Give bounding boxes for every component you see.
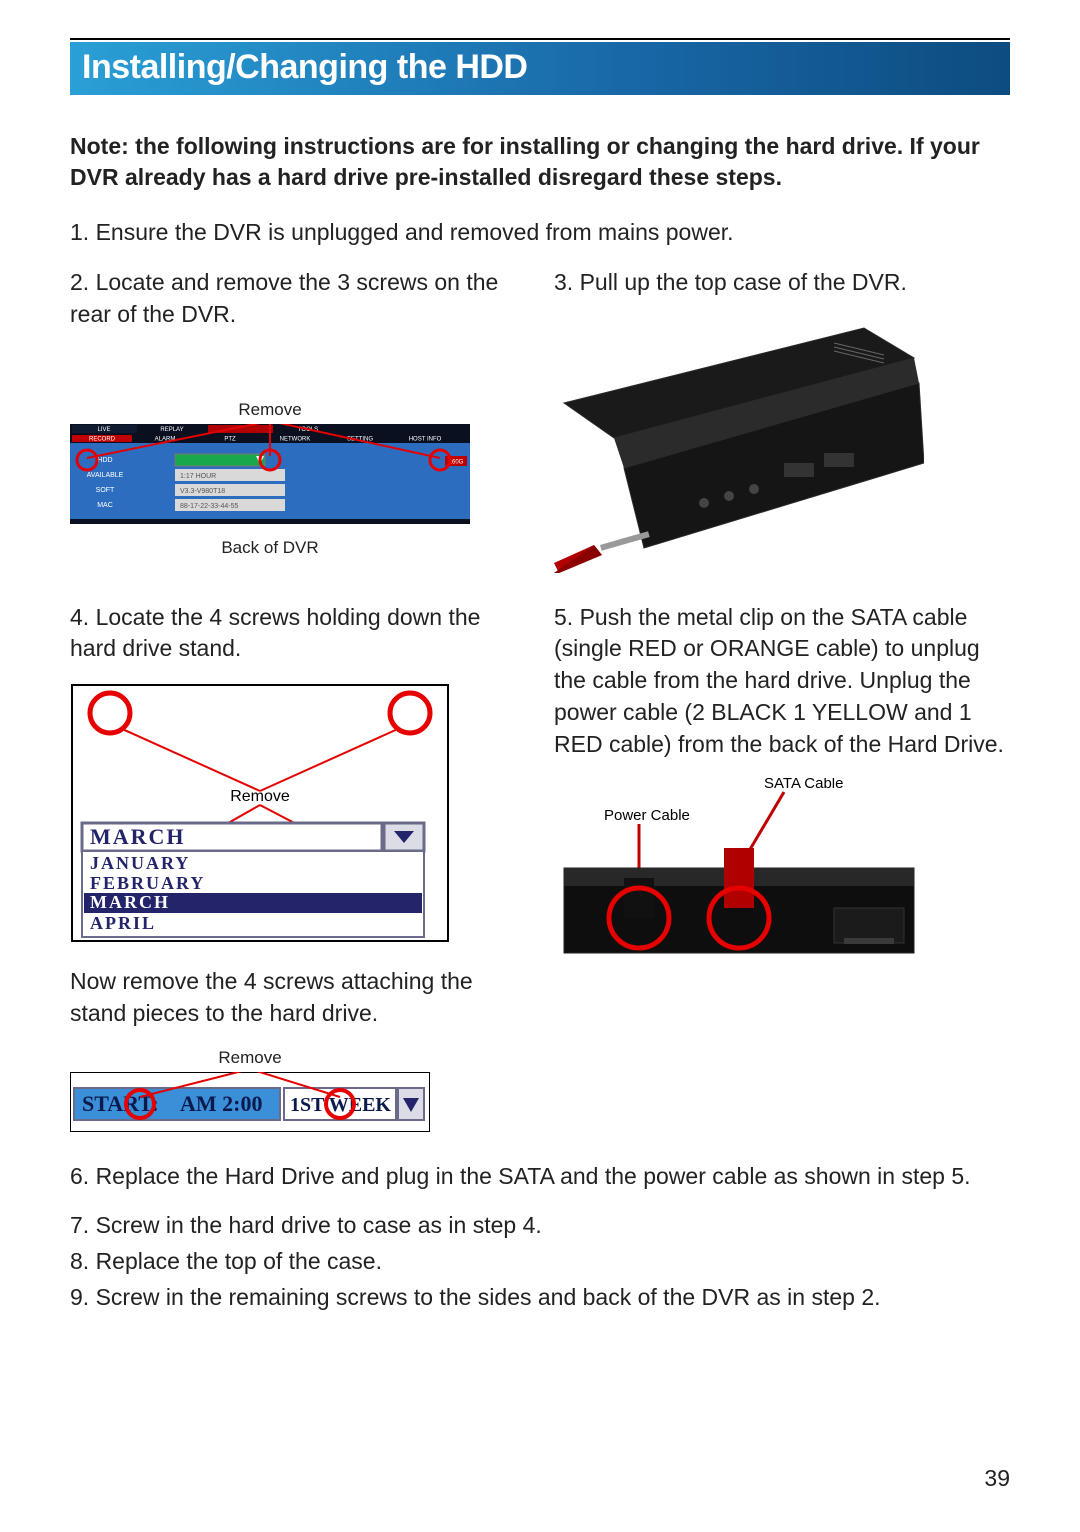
svg-text:88-17-22-33-44-55: 88-17-22-33-44-55	[180, 503, 238, 510]
svg-text:Power Cable: Power Cable	[604, 807, 690, 824]
figure-open-lid	[554, 323, 924, 578]
figure-back-of-dvr: Remove LIVE REPLAY TOOLS RECORD ALARM	[70, 400, 470, 558]
svg-text:REPLAY: REPLAY	[160, 427, 183, 433]
figure-stand-screws: Remove START: AM 2:00 1ST WEEK	[70, 1048, 430, 1137]
svg-text:SATA Cable: SATA Cable	[764, 778, 843, 792]
step-7: 7. Screw in the hard drive to case as in…	[70, 1210, 1010, 1242]
svg-text:V3.3-V980T18: V3.3-V980T18	[180, 488, 225, 495]
warning-note: Note: the following instructions are for…	[70, 131, 1010, 193]
svg-text:JANUARY: JANUARY	[90, 853, 190, 873]
svg-text:LIVE: LIVE	[97, 427, 110, 433]
svg-text:NETWORK: NETWORK	[280, 437, 311, 443]
svg-text:RECORD: RECORD	[89, 437, 116, 443]
svg-text:1ST WEEK: 1ST WEEK	[290, 1094, 391, 1116]
svg-text:FEBRUARY: FEBRUARY	[90, 873, 205, 893]
remove-caption: Remove	[70, 400, 470, 420]
svg-text:HOST INFO: HOST INFO	[409, 437, 442, 443]
svg-text:AM 2:00: AM 2:00	[180, 1091, 262, 1116]
svg-text:SOFT: SOFT	[96, 487, 115, 494]
svg-text:MARCH: MARCH	[90, 892, 170, 912]
step-6: 6. Replace the Hard Drive and plug in th…	[70, 1161, 1010, 1193]
step-5: 5. Push the metal clip on the SATA cable…	[554, 602, 1010, 761]
step-4b: Now remove the 4 screws attaching the st…	[70, 966, 526, 1029]
step-8: 8. Replace the top of the case.	[70, 1246, 1010, 1278]
figure-four-screws: Remove MARCH JANUARY FEBRUARY	[70, 683, 450, 948]
remove-caption-2: Remove	[70, 1048, 430, 1068]
page-number: 39	[984, 1465, 1010, 1492]
figure-cables: SATA Cable Power Cable	[554, 778, 924, 983]
svg-text:PTZ: PTZ	[224, 437, 236, 443]
step-4: 4. Locate the 4 screws holding down the …	[70, 602, 526, 665]
section-title: Installing/Changing the HDD	[82, 48, 998, 87]
back-of-dvr-caption: Back of DVR	[70, 538, 470, 558]
svg-text:APRIL: APRIL	[90, 913, 156, 933]
step-1: 1. Ensure the DVR is unplugged and remov…	[70, 217, 1010, 249]
svg-text:1:17 HOUR: 1:17 HOUR	[180, 473, 216, 480]
step-2: 2. Locate and remove the 3 screws on the…	[70, 267, 526, 330]
step-9: 9. Screw in the remaining screws to the …	[70, 1282, 1010, 1314]
svg-text:AVAILABLE: AVAILABLE	[87, 472, 124, 479]
svg-text:HDD: HDD	[97, 457, 112, 464]
section-title-bar: Installing/Changing the HDD	[70, 42, 1010, 95]
step-3: 3. Pull up the top case of the DVR.	[554, 267, 1010, 299]
svg-text:MARCH: MARCH	[90, 824, 186, 849]
svg-text:MAC: MAC	[97, 502, 113, 509]
